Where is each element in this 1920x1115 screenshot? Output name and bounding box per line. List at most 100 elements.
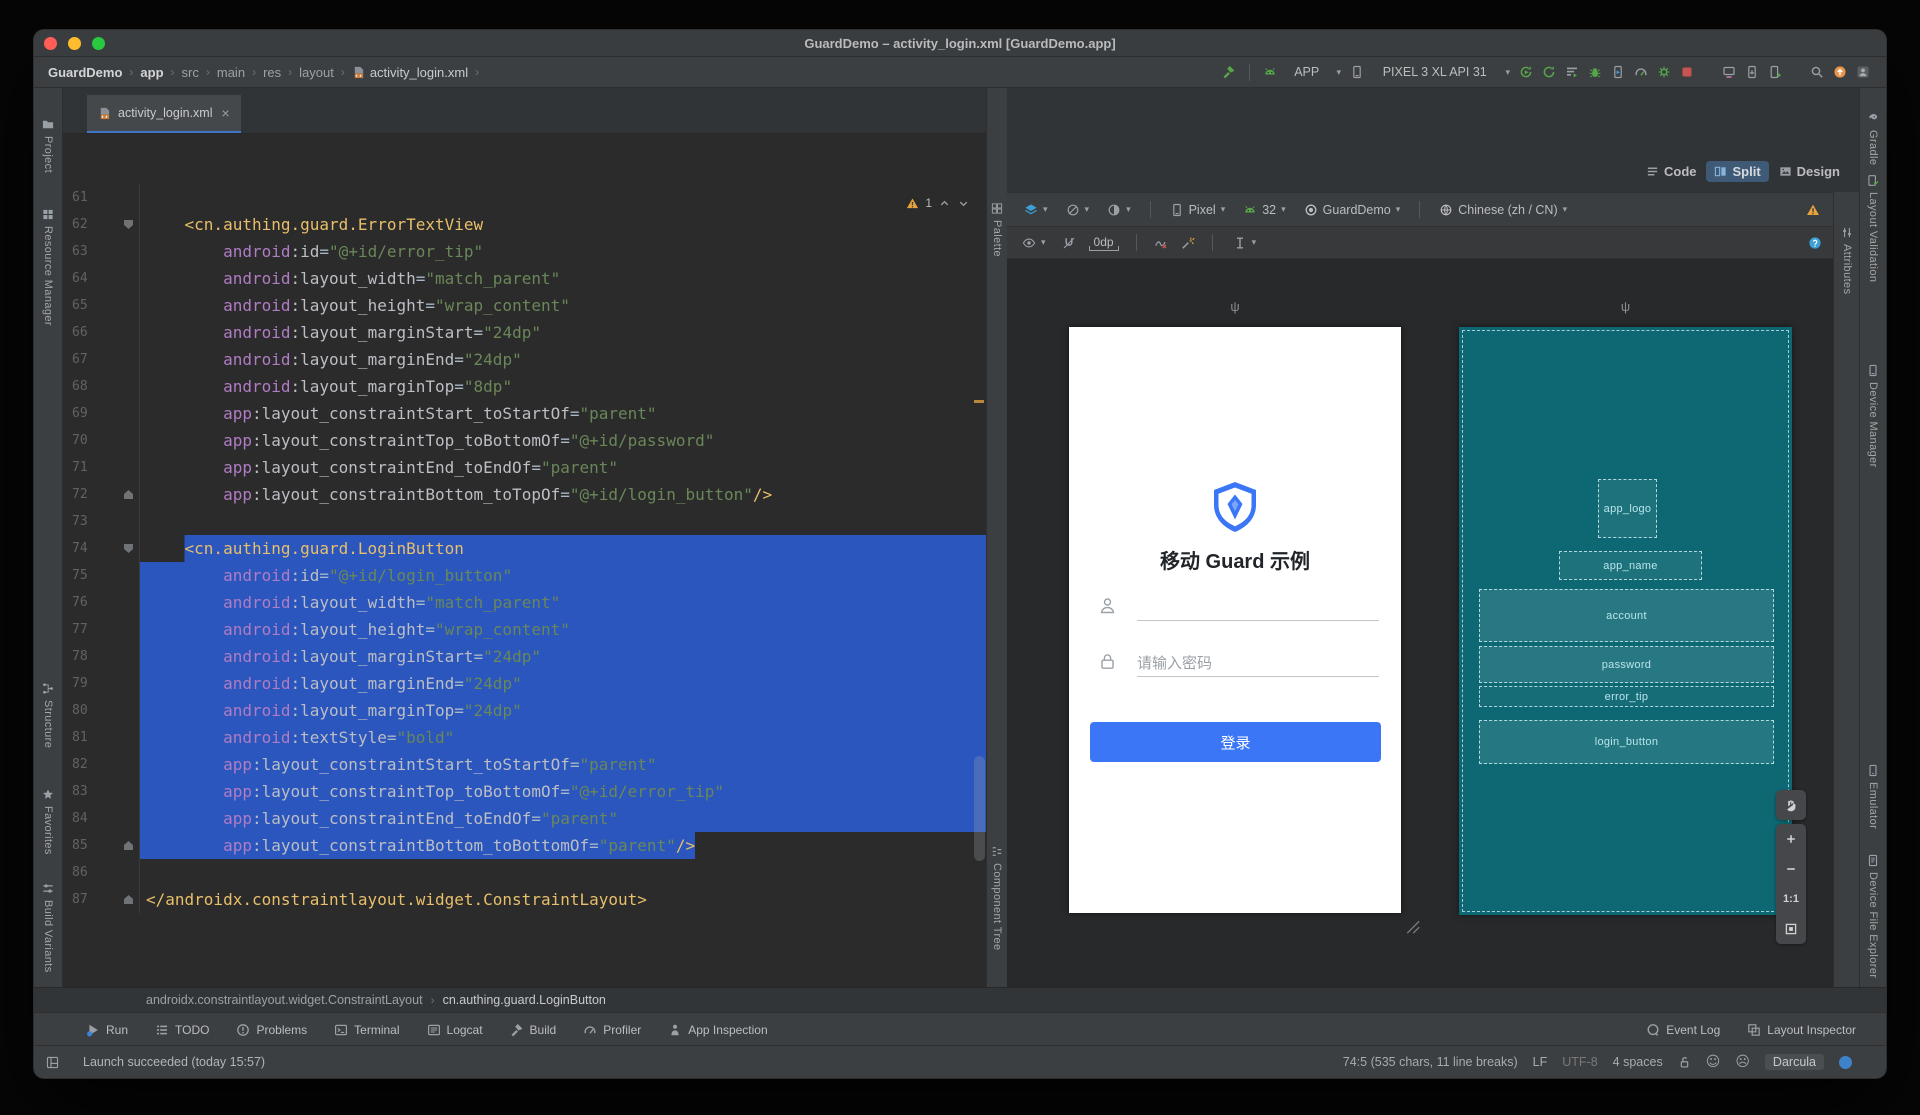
tool-button-layout-inspector[interactable]: Layout Inspector xyxy=(1747,1023,1856,1037)
breadcrumb-item-res[interactable]: res xyxy=(263,65,281,80)
blueprint-box-login_button[interactable]: login_button xyxy=(1479,720,1774,764)
pack-button[interactable]: ▾ xyxy=(1230,234,1260,252)
blueprint-box-app_logo[interactable]: app_logo xyxy=(1598,479,1657,538)
design-tool-orientation-icon[interactable]: ▾ xyxy=(1063,201,1093,219)
blueprint-box-app_name[interactable]: app_name xyxy=(1559,551,1702,580)
breadcrumb-item-activity-login-xml[interactable]: activity_login.xml xyxy=(352,65,468,80)
blueprint-box-account[interactable]: account xyxy=(1479,589,1774,642)
tool-window-button-structure[interactable]: Structure xyxy=(42,682,55,748)
design-preview[interactable]: 移动 Guard 示例 请输入密码 登录 xyxy=(1069,327,1401,913)
code-text[interactable]: app:layout_constraintTop_toBottomOf="@+i… xyxy=(140,778,986,805)
code-text[interactable]: android:layout_height="wrap_content" xyxy=(140,616,986,643)
code-text[interactable]: <cn.authing.guard.LoginButton xyxy=(140,535,986,562)
code-line[interactable]: 72 app:layout_constraintBottom_toTopOf="… xyxy=(63,481,986,508)
theme-switcher[interactable]: Darcula xyxy=(1764,1054,1824,1070)
fullscreen-window-button[interactable] xyxy=(92,36,105,50)
breadcrumb-item-layout[interactable]: layout xyxy=(299,65,334,80)
blueprint-preview[interactable]: app_logo app_name account password error_tip… xyxy=(1459,327,1792,915)
code-text[interactable]: app:layout_constraintTop_toBottomOf="@+i… xyxy=(140,427,986,454)
view-mode-design[interactable]: Design xyxy=(1771,161,1848,182)
tab-activity-login-xml[interactable]: activity_login.xml × xyxy=(87,95,241,133)
code-line[interactable]: 66 android:layout_marginStart="24dp" xyxy=(63,319,986,346)
code-text[interactable]: android:layout_marginStart="24dp" xyxy=(140,643,986,670)
close-window-button[interactable] xyxy=(44,36,57,50)
code-line[interactable]: 65 android:layout_height="wrap_content" xyxy=(63,292,986,319)
debug-icon[interactable] xyxy=(1588,65,1602,79)
code-line[interactable]: 81 android:textStyle="bold" xyxy=(63,724,986,751)
tool-window-button-layout-validation[interactable]: Layout Validation xyxy=(1867,174,1880,282)
code-text[interactable]: android:layout_marginEnd="24dp" xyxy=(140,670,986,697)
code-text[interactable]: android:layout_marginEnd="24dp" xyxy=(140,346,986,373)
code-text[interactable]: android:id="@+id/error_tip" xyxy=(140,238,986,265)
profile-app-icon[interactable] xyxy=(1634,65,1648,79)
view-mode-split[interactable]: Split xyxy=(1706,160,1769,182)
help-icon[interactable] xyxy=(1808,236,1822,250)
code-line[interactable]: 70 app:layout_constraintTop_toBottomOf="… xyxy=(63,427,986,454)
zoom-ratio-button[interactable]: 1:1 xyxy=(1776,884,1806,914)
breadcrumb-item-guarddemo[interactable]: GuardDemo xyxy=(48,65,122,80)
login-button[interactable]: 登录 xyxy=(1090,722,1381,762)
code-text[interactable]: app:layout_constraintBottom_toTopOf="@+i… xyxy=(140,481,986,508)
code-line[interactable]: 87 </androidx.constraintlayout.widget.Con… xyxy=(63,886,986,913)
device-picker[interactable]: Pixel ▾ xyxy=(1167,201,1229,219)
zoom-out-button[interactable] xyxy=(1776,854,1806,884)
magic-wand-icon[interactable] xyxy=(1181,236,1195,250)
apply-code-changes-icon[interactable] xyxy=(1542,65,1556,79)
magnet-off-icon[interactable] xyxy=(1062,236,1076,250)
code-text[interactable]: android:layout_width="match_parent" xyxy=(140,589,986,616)
tool-window-button-project[interactable]: Project xyxy=(42,118,55,173)
code-line[interactable]: 84 app:layout_constraintEnd_toEndOf="par… xyxy=(63,805,986,832)
view-mode-code[interactable]: Code xyxy=(1638,161,1705,182)
code-line[interactable]: 67 android:layout_marginEnd="24dp" xyxy=(63,346,986,373)
code-text[interactable]: android:id="@+id/login_button" xyxy=(140,562,986,589)
design-tool-night-mode-icon[interactable]: ▾ xyxy=(1104,201,1134,219)
breadcrumb-item-main[interactable]: main xyxy=(217,65,245,80)
tool-button-run[interactable]: Run xyxy=(86,1023,128,1037)
code-line[interactable]: 68 android:layout_marginTop="8dp" xyxy=(63,373,986,400)
fold-marker-icon[interactable] xyxy=(124,490,133,499)
next-problem-icon[interactable] xyxy=(957,197,970,210)
window-layout-icon[interactable] xyxy=(46,1056,59,1069)
view-options-button[interactable]: ▾ xyxy=(1019,234,1049,252)
code-line[interactable]: 82 app:layout_constraintStart_toStartOf=… xyxy=(63,751,986,778)
prev-problem-icon[interactable] xyxy=(938,197,951,210)
tool-button-event-log[interactable]: Event Log xyxy=(1646,1023,1720,1037)
smile-icon[interactable]: ☺ xyxy=(1706,1054,1721,1070)
breadcrumb-item-src[interactable]: src xyxy=(182,65,199,80)
tool-window-button-favorites[interactable]: Favorites xyxy=(42,788,55,855)
tool-button-logcat[interactable]: Logcat xyxy=(427,1023,483,1037)
code-text[interactable]: android:layout_width="match_parent" xyxy=(140,265,986,292)
code-line[interactable]: 85 app:layout_constraintBottom_toBottomO… xyxy=(63,832,986,859)
frown-icon[interactable]: ☹ xyxy=(1735,1054,1750,1070)
api-version-picker[interactable]: 32 ▾ xyxy=(1240,201,1288,219)
attach-debugger-icon[interactable] xyxy=(1611,65,1625,79)
fold-marker-icon[interactable] xyxy=(124,895,133,904)
stop-icon[interactable] xyxy=(1680,65,1694,79)
device-mirror-icon[interactable] xyxy=(1722,65,1736,79)
warning-icon[interactable] xyxy=(1806,203,1820,217)
code-text[interactable] xyxy=(140,508,986,535)
blueprint-box-error_tip[interactable]: error_tip xyxy=(1479,686,1774,707)
app-name-text[interactable]: 移动 Guard 示例 xyxy=(1069,545,1401,574)
tool-button-build[interactable]: Build xyxy=(510,1023,556,1037)
password-field[interactable]: 请输入密码 xyxy=(1099,645,1379,679)
tab-attributes[interactable]: Attributes xyxy=(1841,226,1854,294)
fold-marker-icon[interactable] xyxy=(124,220,133,229)
code-text[interactable]: app:layout_constraintEnd_toEndOf="parent… xyxy=(140,454,986,481)
editor-scrollbar[interactable] xyxy=(974,756,985,861)
tool-window-button-resource-manager[interactable]: Resource Manager xyxy=(42,208,55,326)
code-text[interactable]: android:layout_marginTop="8dp" xyxy=(140,373,986,400)
theme-picker[interactable]: GuardDemo ▾ xyxy=(1301,201,1404,219)
default-margin-button[interactable]: 0dp xyxy=(1088,235,1119,251)
line-separator[interactable]: LF xyxy=(1533,1055,1548,1069)
caret-position[interactable]: 74:5 (535 chars, 11 line breaks) xyxy=(1343,1055,1518,1069)
code-line[interactable]: 78 android:layout_marginStart="24dp" xyxy=(63,643,986,670)
apply-changes-icon[interactable] xyxy=(1519,65,1533,79)
inspections-widget[interactable]: 1 xyxy=(906,196,970,210)
tool-button-app-inspection[interactable]: App Inspection xyxy=(668,1023,768,1037)
hammer-icon[interactable] xyxy=(1222,65,1236,79)
device-select[interactable]: PIXEL 3 XL API 31 ▾ xyxy=(1350,65,1510,79)
code-line[interactable]: 71 app:layout_constraintEnd_toEndOf="par… xyxy=(63,454,986,481)
code-line[interactable]: 76 android:layout_width="match_parent" xyxy=(63,589,986,616)
code-line[interactable]: 69 app:layout_constraintStart_toStartOf=… xyxy=(63,400,986,427)
